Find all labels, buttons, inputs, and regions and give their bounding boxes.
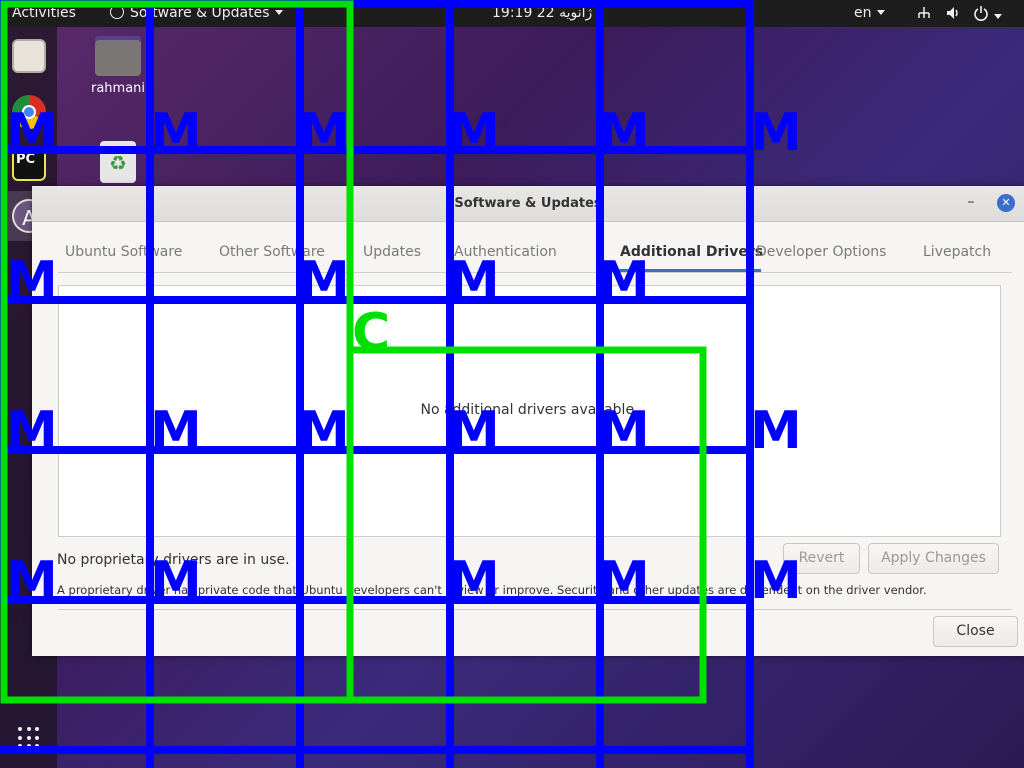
pycharm-icon[interactable]: PC [12, 147, 46, 181]
power-icon [974, 6, 988, 21]
tab-other-software[interactable]: Other Software [219, 244, 325, 260]
files-icon[interactable] [12, 39, 46, 73]
close-window-button[interactable]: ✕ [997, 194, 1015, 212]
close-button[interactable]: Close [933, 616, 1018, 647]
top-bar: Activities Software & Updates 19:19 22 ژ… [0, 0, 1024, 27]
language-menu[interactable]: en [854, 5, 885, 21]
show-apps-icon[interactable] [18, 727, 40, 749]
overlay-marker: M [298, 103, 350, 163]
volume-icon[interactable] [945, 5, 961, 25]
clock[interactable]: 19:19 22 ژانویه [492, 5, 592, 21]
chevron-down-icon [994, 14, 1002, 19]
proprietary-info-text: A proprietary driver has private code th… [57, 583, 927, 597]
minimize-button[interactable]: – [964, 195, 978, 209]
tab-updates[interactable]: Updates [363, 244, 421, 260]
activities-button[interactable]: Activities [12, 5, 76, 21]
active-tab-indicator [608, 269, 761, 272]
window-titlebar[interactable]: Software & Updates – ✕ [32, 186, 1024, 222]
app-menu-label: Software & Updates [130, 5, 270, 21]
overlay-marker: M [150, 103, 202, 163]
trash-icon[interactable]: ♻ [100, 141, 136, 183]
tab-developer-options[interactable]: Developer Options [756, 244, 886, 260]
pycharm-text: PC [16, 152, 36, 167]
tab-livepatch[interactable]: Livepatch [923, 244, 991, 260]
tab-ubuntu-software[interactable]: Ubuntu Software [65, 244, 182, 260]
tab-authentication[interactable]: Authentication [454, 244, 557, 260]
tab-additional-drivers[interactable]: Additional Drivers [620, 244, 763, 260]
power-menu[interactable] [973, 5, 1002, 25]
chrome-icon[interactable] [12, 95, 46, 129]
no-drivers-message: No additional drivers available. [420, 402, 639, 418]
chevron-down-icon [876, 10, 885, 15]
home-folder-label: rahmani [91, 81, 146, 96]
driver-status-text: No proprietary drivers are in use. [57, 552, 290, 568]
language-label: en [854, 5, 872, 21]
apply-changes-button[interactable]: Apply Changes [868, 543, 999, 574]
app-menu[interactable]: Software & Updates [110, 5, 283, 21]
drivers-list-panel: No additional drivers available. [58, 285, 1001, 537]
chevron-down-icon [274, 10, 283, 15]
revert-button[interactable]: Revert [783, 543, 860, 574]
window-title: Software & Updates [454, 196, 602, 211]
divider [58, 609, 1012, 610]
home-folder-icon[interactable] [95, 36, 141, 76]
software-updates-window: Software & Updates – ✕ Ubuntu Software O… [32, 186, 1024, 656]
tab-bar: Ubuntu Software Other Software Updates A… [58, 235, 1012, 273]
network-icon[interactable] [916, 5, 932, 25]
overlay-marker: M [448, 103, 500, 163]
overlay-marker: M [750, 103, 802, 163]
overlay-marker: M [598, 103, 650, 163]
globe-icon [110, 5, 124, 19]
